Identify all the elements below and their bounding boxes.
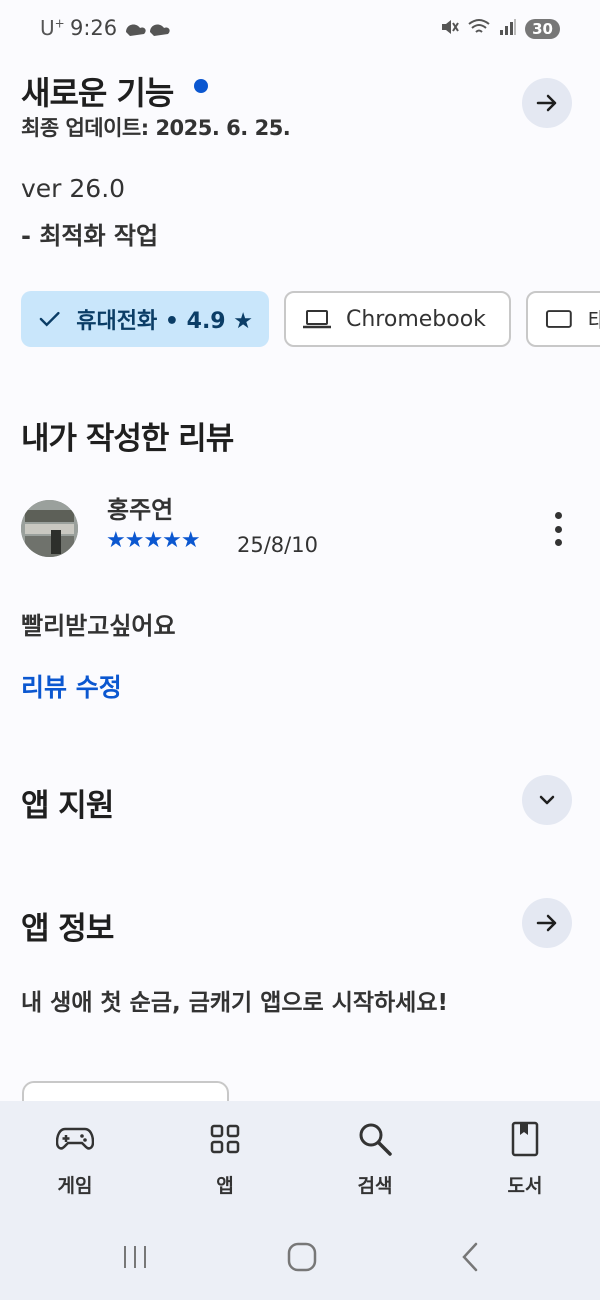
avatar xyxy=(21,500,78,557)
review-text: 빨리받고싶어요 xyxy=(21,612,176,640)
apps-grid-icon xyxy=(210,1124,240,1154)
gamepad-icon xyxy=(56,1127,94,1150)
carrier-label: U+ xyxy=(40,16,65,40)
new-indicator-dot xyxy=(194,79,208,93)
nav-apps[interactable]: 앱 xyxy=(170,1119,280,1198)
app-support-expand-button[interactable] xyxy=(522,775,572,825)
version-text: ver 26.0 xyxy=(21,174,126,203)
wifi-icon xyxy=(467,17,491,41)
last-updated-date: 최종 업데이트: 2025. 6. 25. xyxy=(21,116,291,140)
chip-phone[interactable]: 휴대전화 • 4.9 ★ xyxy=(21,291,269,347)
review-date: 25/8/10 xyxy=(237,533,318,557)
recent-apps-icon xyxy=(124,1246,146,1268)
laptop-icon xyxy=(303,310,331,329)
more-options-icon[interactable] xyxy=(548,512,568,546)
release-notes: - 최적화 작업 xyxy=(21,222,159,250)
whats-new-title: 새로운 기능 xyxy=(21,74,174,112)
nav-search-label: 검색 xyxy=(357,1175,393,1197)
app-support-title: 앱 지원 xyxy=(21,788,114,824)
nav-books[interactable]: 도서 xyxy=(470,1119,580,1198)
tablet-icon xyxy=(545,310,572,328)
system-icons: 30 xyxy=(439,17,560,41)
chip-chromebook-label: Chromebook xyxy=(346,306,486,332)
reviewer-name: 홍주연 xyxy=(107,496,174,524)
app-info-title: 앱 정보 xyxy=(21,911,114,947)
mute-icon xyxy=(439,17,459,41)
chevron-down-icon xyxy=(539,795,555,805)
nav-games[interactable]: 게임 xyxy=(20,1119,130,1198)
back-icon xyxy=(462,1242,478,1272)
app-description: 내 생애 첫 순금, 금캐기 앱으로 시작하세요! xyxy=(21,990,448,1016)
weather-icon xyxy=(124,20,174,44)
bottom-navigation: 게임 앱 검색 도서 xyxy=(0,1101,600,1300)
nav-books-label: 도서 xyxy=(507,1175,543,1197)
whats-new-arrow-button[interactable] xyxy=(522,78,572,128)
chip-chromebook[interactable]: Chromebook xyxy=(284,291,511,347)
book-icon xyxy=(511,1121,539,1157)
rating-stars: ★★★★★ xyxy=(106,528,201,553)
arrow-right-icon xyxy=(536,914,557,932)
nav-games-label: 게임 xyxy=(57,1175,93,1197)
arrow-right-icon xyxy=(536,94,557,112)
home-icon xyxy=(287,1242,317,1272)
search-icon xyxy=(359,1123,392,1156)
nav-apps-label: 앱 xyxy=(216,1175,234,1197)
check-icon xyxy=(39,311,60,327)
my-review-title: 내가 작성한 리뷰 xyxy=(21,421,234,457)
home-button[interactable] xyxy=(282,1238,322,1276)
status-bar: U+ 9:26 30 xyxy=(0,0,600,58)
edit-review-link[interactable]: 리뷰 수정 xyxy=(21,668,122,704)
chip-tablet-label: 태 xyxy=(587,309,600,334)
nav-search[interactable]: 검색 xyxy=(320,1119,430,1198)
back-button[interactable] xyxy=(450,1238,490,1276)
battery-indicator: 30 xyxy=(525,19,560,39)
chip-tablet[interactable]: 태 xyxy=(526,291,600,347)
app-info-arrow-button[interactable] xyxy=(522,898,572,948)
clock: 9:26 xyxy=(70,16,118,40)
signal-icon xyxy=(499,18,517,40)
chip-phone-label: 휴대전화 • 4.9 ★ xyxy=(76,309,253,334)
recent-apps-button[interactable] xyxy=(115,1238,155,1276)
